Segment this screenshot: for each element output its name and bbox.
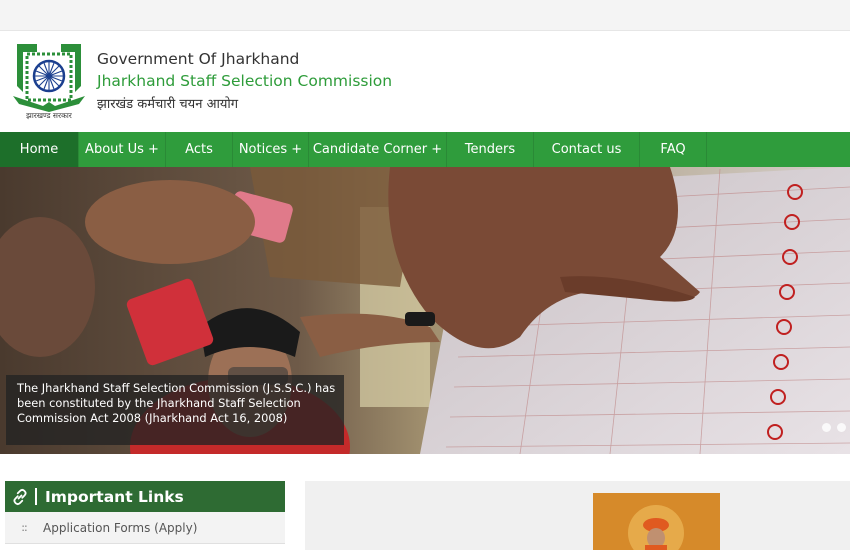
nav-notices[interactable]: Notices + (233, 132, 309, 167)
link-application-forms[interactable]: :: Application Forms (Apply) (5, 512, 285, 544)
grip-icon: :: (21, 521, 27, 534)
nav-candidate-corner[interactable]: Candidate Corner + (309, 132, 447, 167)
nav-filler (707, 132, 850, 167)
right-panel (305, 481, 850, 550)
hero-caption: The Jharkhand Staff Selection Commission… (6, 375, 344, 445)
slider-dots (822, 423, 846, 432)
nav-tenders[interactable]: Tenders (447, 132, 534, 167)
site-header: झारखण्ड सरकार Government Of Jharkhand Jh… (0, 31, 850, 132)
nav-faq[interactable]: FAQ (640, 132, 707, 167)
top-strip (0, 0, 850, 31)
logo-caption: झारखण्ड सरकार (26, 111, 73, 120)
hindi-title: झारखंड कर्मचारी चयन आयोग (97, 97, 239, 112)
nav-contact-us[interactable]: Contact us (534, 132, 640, 167)
nav-about-us[interactable]: About Us + (79, 132, 166, 167)
link-label: Application Forms (Apply) (43, 520, 198, 535)
nav-acts[interactable]: Acts (166, 132, 233, 167)
slider-dot-2[interactable] (837, 423, 846, 432)
portrait-image[interactable] (593, 493, 720, 550)
emblem-logo-icon[interactable]: झारखण्ड सरकार (9, 40, 89, 120)
content-area: Important Links :: Application Forms (Ap… (0, 454, 850, 550)
header-separator (35, 488, 37, 505)
government-title: Government Of Jharkhand (97, 50, 300, 68)
link-icon (5, 488, 35, 506)
nav-home[interactable]: Home (0, 132, 79, 167)
commission-title: Jharkhand Staff Selection Commission (97, 72, 393, 90)
hero-slider[interactable]: The Jharkhand Staff Selection Commission… (0, 167, 850, 454)
important-links-title: Important Links (45, 487, 184, 506)
important-links-header: Important Links (5, 481, 285, 512)
main-nav: Home About Us + Acts Notices + Candidate… (0, 132, 850, 167)
slider-dot-1[interactable] (822, 423, 831, 432)
